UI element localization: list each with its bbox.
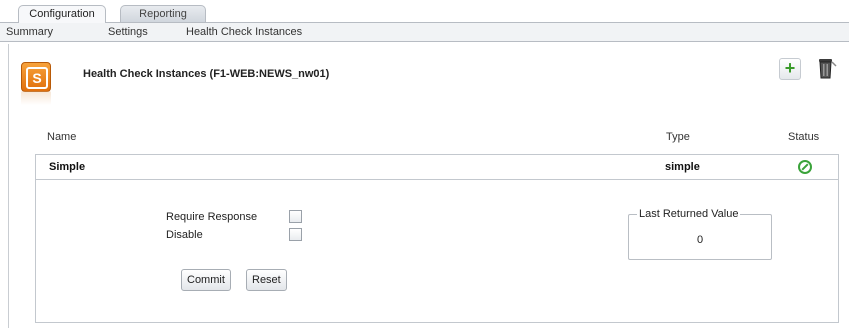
delete-button[interactable] (815, 56, 837, 80)
last-returned-value-legend: Last Returned Value (637, 208, 741, 220)
require-response-label: Require Response (166, 211, 258, 223)
last-returned-value-box: Last Returned Value 0 (628, 208, 772, 260)
subnav-health-check-instances[interactable]: Health Check Instances (186, 26, 302, 38)
disable-checkbox[interactable] (289, 228, 302, 241)
column-header-status[interactable]: Status (788, 131, 819, 143)
app-logo: S (21, 62, 51, 92)
row-name: Simple (49, 161, 86, 173)
tab-reporting[interactable]: Reporting (120, 5, 206, 23)
logo-reflection (21, 91, 51, 105)
page-title: Health Check Instances (F1-WEB:NEWS_nw01… (83, 68, 330, 80)
tab-configuration[interactable]: Configuration (18, 5, 106, 23)
column-header-name[interactable]: Name (47, 131, 76, 143)
subnav-summary[interactable]: Summary (6, 26, 53, 38)
instance-detail: Require Response Disable Commit Reset La… (35, 180, 839, 323)
reset-button[interactable]: Reset (246, 269, 287, 291)
tab-bar: Configuration Reporting (0, 0, 849, 23)
plus-icon: + (784, 58, 796, 78)
ok-circle-icon (798, 160, 812, 174)
row-type: simple (665, 161, 700, 173)
disable-label: Disable (166, 229, 203, 241)
table-row[interactable]: Simple simple (35, 154, 839, 180)
add-button[interactable]: + (779, 58, 801, 80)
sub-navigation: Summary Settings Health Check Instances (0, 22, 849, 42)
trash-icon (819, 59, 837, 79)
health-check-panel: S Health Check Instances (F1-WEB:NEWS_nw… (8, 44, 847, 328)
logo-letter: S (26, 67, 48, 89)
last-returned-value: 0 (696, 234, 704, 246)
commit-button[interactable]: Commit (181, 269, 231, 291)
column-header-type[interactable]: Type (666, 131, 690, 143)
require-response-checkbox[interactable] (289, 210, 302, 223)
subnav-settings[interactable]: Settings (108, 26, 148, 38)
